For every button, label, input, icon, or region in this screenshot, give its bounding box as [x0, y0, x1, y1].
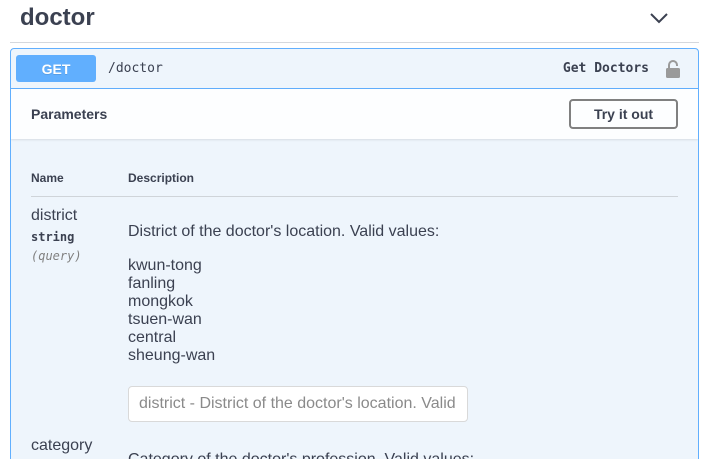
valid-values-list: kwun-tong fanling mongkok tsuen-wan cent…: [128, 257, 215, 365]
operation-path: /doctor: [108, 61, 163, 76]
valid-value: tsuen-wan: [128, 311, 202, 328]
parameter-type: string: [31, 230, 75, 244]
swagger-page: doctor GET /doctor Get Doctors Parameter…: [0, 0, 716, 459]
tag-header[interactable]: doctor: [10, 0, 699, 43]
parameters-table: Name Description district string (query)…: [11, 139, 698, 459]
parameters-header: Parameters Try it out: [11, 89, 698, 139]
parameter-location: (query): [31, 249, 82, 263]
valid-value: mongkok: [128, 293, 193, 310]
valid-value: central: [128, 329, 177, 346]
parameters-title: Parameters: [31, 106, 108, 122]
try-it-out-button[interactable]: Try it out: [569, 99, 678, 129]
parameters-table-header: Name Description: [31, 139, 678, 197]
district-input[interactable]: [128, 386, 468, 422]
parameter-name: category: [31, 437, 93, 454]
parameter-description: Category of the doctor's profession. Val…: [128, 451, 474, 459]
valid-value: sheung-wan: [128, 347, 216, 364]
valid-value: kwun-tong: [128, 257, 202, 274]
operation-block: GET /doctor Get Doctors Parameters Try i…: [10, 48, 699, 459]
method-badge: GET: [16, 55, 96, 82]
valid-value: fanling: [128, 275, 176, 292]
operation-summary[interactable]: GET /doctor Get Doctors: [11, 49, 698, 89]
chevron-down-icon[interactable]: [639, 3, 679, 33]
parameter-name: district: [31, 207, 78, 224]
operation-summary-text: Get Doctors: [562, 61, 649, 76]
lock-icon[interactable]: [663, 57, 683, 81]
column-header-name: Name: [31, 171, 64, 185]
parameter-description: District of the doctor's location. Valid…: [128, 223, 440, 240]
tag-title[interactable]: doctor: [10, 4, 95, 32]
column-header-description: Description: [128, 171, 195, 185]
